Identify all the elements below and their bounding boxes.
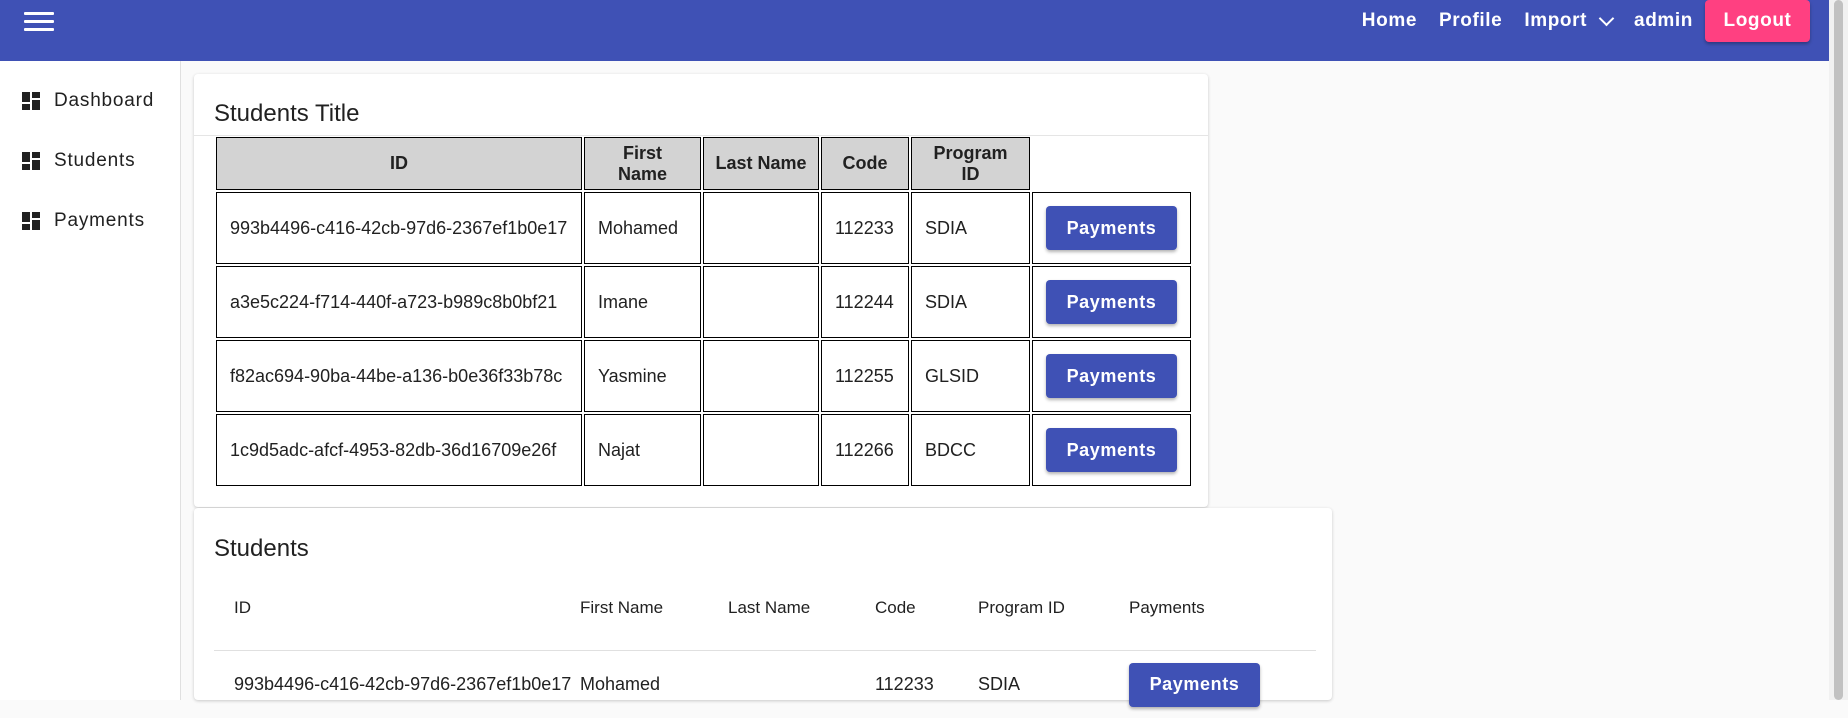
column-header-code: Code: [875, 565, 978, 651]
empty-header-cell: [1032, 137, 1191, 190]
top-nav: Home Profile Import admin Logout: [1362, 0, 1810, 42]
cell-code: 112233: [821, 192, 909, 264]
cell-action: Payments: [1032, 192, 1191, 264]
students-mat-card: Students ID First Name Last Name Code Pr…: [194, 508, 1332, 700]
table-row: 1c9d5adc-afcf-4953-82db-36d16709e26f Naj…: [216, 414, 1191, 486]
cell-program-id: GLSID: [911, 340, 1030, 412]
payments-button[interactable]: Payments: [1046, 206, 1177, 250]
sidebar-item-dashboard[interactable]: Dashboard: [0, 71, 180, 131]
cell-first-name: Mohamed: [584, 192, 701, 264]
column-header-last-name: Last Name: [703, 137, 819, 190]
vertical-scrollbar[interactable]: [1829, 0, 1848, 700]
column-header-code: Code: [821, 137, 909, 190]
cell-last-name: [703, 340, 819, 412]
sidebar-item-label: Payments: [54, 210, 145, 232]
nav-import-menu[interactable]: Import: [1524, 10, 1612, 32]
cell-action: Payments: [1129, 651, 1316, 718]
column-header-first-name: First Name: [584, 137, 701, 190]
cell-last-name: [728, 651, 875, 718]
cell-code: 112266: [821, 414, 909, 486]
cell-first-name: Yasmine: [584, 340, 701, 412]
cell-id: 993b4496-c416-42cb-97d6-2367ef1b0e17: [214, 651, 580, 718]
cell-program-id: BDCC: [911, 414, 1030, 486]
table-row: f82ac694-90ba-44be-a136-b0e36f33b78c Yas…: [216, 340, 1191, 412]
cell-first-name: Najat: [584, 414, 701, 486]
payments-button[interactable]: Payments: [1046, 428, 1177, 472]
sidebar-item-label: Students: [54, 150, 135, 172]
cell-action: Payments: [1032, 266, 1191, 338]
username: admin: [1634, 10, 1693, 32]
cell-first-name: Mohamed: [580, 651, 728, 718]
chevron-down-icon: [1599, 10, 1615, 26]
cell-program-id: SDIA: [911, 266, 1030, 338]
dashboard-icon: [22, 152, 40, 170]
sidebar-item-students[interactable]: Students: [0, 131, 180, 191]
cell-action: Payments: [1032, 414, 1191, 486]
cell-first-name: Imane: [584, 266, 701, 338]
cell-last-name: [703, 266, 819, 338]
cell-id: 1c9d5adc-afcf-4953-82db-36d16709e26f: [216, 414, 582, 486]
payments-button[interactable]: Payments: [1046, 354, 1177, 398]
cell-code: 112233: [875, 651, 978, 718]
cell-program-id: SDIA: [911, 192, 1030, 264]
cell-last-name: [703, 192, 819, 264]
table-header-row: ID First Name Last Name Code Program ID: [216, 137, 1191, 190]
column-header-last-name: Last Name: [728, 565, 875, 651]
cell-code: 112244: [821, 266, 909, 338]
column-header-program-id: Program ID: [978, 565, 1129, 651]
logout-button[interactable]: Logout: [1705, 0, 1810, 42]
card-title: Students Title: [214, 100, 359, 128]
menu-icon[interactable]: [24, 12, 54, 30]
cell-id: 993b4496-c416-42cb-97d6-2367ef1b0e17: [216, 192, 582, 264]
sidebar: Dashboard Students Payments: [0, 61, 181, 700]
table-row: a3e5c224-f714-440f-a723-b989c8b0bf21 Ima…: [216, 266, 1191, 338]
cell-last-name: [703, 414, 819, 486]
column-header-payments: Payments: [1129, 565, 1316, 651]
sidebar-item-label: Dashboard: [54, 90, 154, 112]
cell-program-id: SDIA: [978, 651, 1129, 718]
cell-action: Payments: [1032, 340, 1191, 412]
nav-import-label: Import: [1524, 10, 1587, 32]
students-table: ID First Name Last Name Code Program ID …: [214, 135, 1193, 488]
dashboard-icon: [22, 92, 40, 110]
students-mat-table: ID First Name Last Name Code Program ID …: [214, 565, 1316, 718]
scrollbar-thumb[interactable]: [1834, 0, 1843, 700]
table-header-row: ID First Name Last Name Code Program ID …: [214, 565, 1316, 651]
cell-code: 112255: [821, 340, 909, 412]
column-header-id: ID: [214, 565, 580, 651]
column-header-id: ID: [216, 137, 582, 190]
column-header-first-name: First Name: [580, 565, 728, 651]
top-toolbar: Home Profile Import admin Logout: [0, 0, 1829, 61]
table-row: 993b4496-c416-42cb-97d6-2367ef1b0e17 Moh…: [214, 651, 1316, 718]
cell-id: f82ac694-90ba-44be-a136-b0e36f33b78c: [216, 340, 582, 412]
students-card: Students Title ID First Name Last Name C…: [194, 74, 1208, 507]
sidebar-item-payments[interactable]: Payments: [0, 191, 180, 251]
payments-button[interactable]: Payments: [1046, 280, 1177, 324]
table-row: 993b4496-c416-42cb-97d6-2367ef1b0e17 Moh…: [216, 192, 1191, 264]
column-header-program-id: Program ID: [911, 137, 1030, 190]
dashboard-icon: [22, 212, 40, 230]
nav-profile-link[interactable]: Profile: [1439, 10, 1502, 32]
nav-home-link[interactable]: Home: [1362, 10, 1417, 32]
cell-id: a3e5c224-f714-440f-a723-b989c8b0bf21: [216, 266, 582, 338]
card-title: Students: [214, 535, 309, 563]
